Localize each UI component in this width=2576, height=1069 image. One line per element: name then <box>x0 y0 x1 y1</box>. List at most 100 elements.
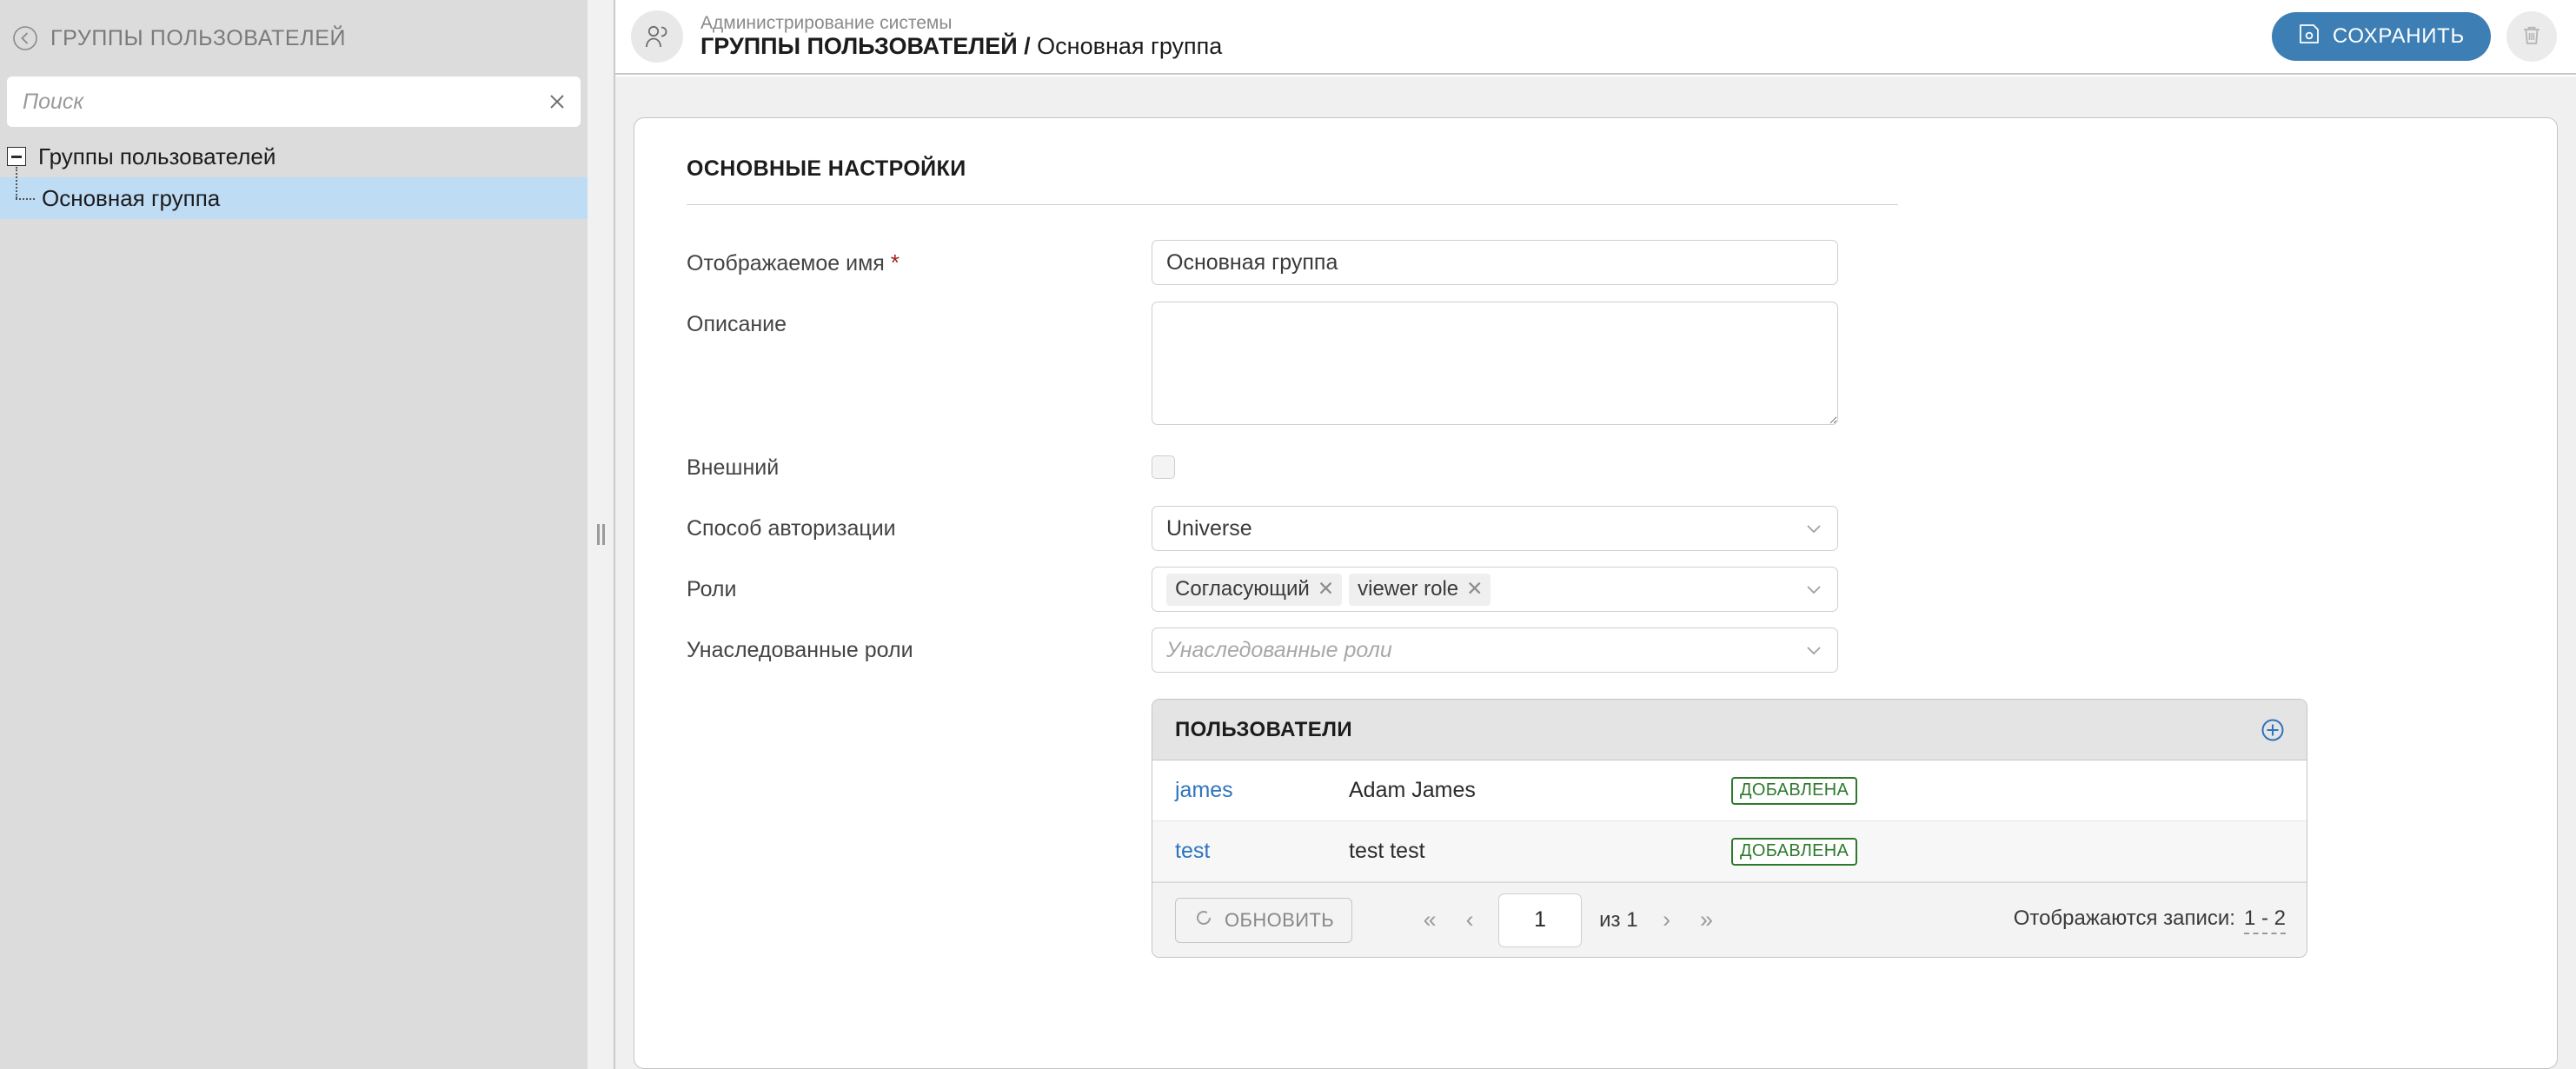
save-floppy-icon <box>2298 23 2320 51</box>
breadcrumb-divider: / <box>1017 32 1038 59</box>
records-label: Отображаются записи: <box>2013 906 2235 930</box>
search-input[interactable] <box>7 89 534 115</box>
field-control <box>1152 240 1838 285</box>
chevron-down-icon <box>1801 518 1827 539</box>
status-badge: ДОБАВЛЕНА <box>1731 838 1858 866</box>
chevron-left-icon[interactable]: ‹ <box>1451 902 1488 939</box>
app-root: ГРУППЫ ПОЛЬЗОВАТЕЛЕЙ Группы пользователе… <box>0 0 2576 1069</box>
page-title: ГРУППЫ ПОЛЬЗОВАТЕЛЕЙ / Основная группа <box>700 32 1223 60</box>
field-control: Universe <box>1152 506 1838 551</box>
external-checkbox[interactable] <box>1152 455 1175 479</box>
status-cell: ДОБАВЛЕНА <box>1731 837 2284 866</box>
users-group-icon <box>631 10 683 63</box>
delete-button[interactable] <box>2506 11 2557 62</box>
status-cell: ДОБАВЛЕНА <box>1731 776 2284 805</box>
field-label: Внешний <box>687 455 780 480</box>
records-value[interactable]: 1 - 2 <box>2243 906 2286 934</box>
field-label: Унаследованные роли <box>687 638 913 662</box>
sidebar: ГРУППЫ ПОЛЬЗОВАТЕЛЕЙ Группы пользователе… <box>0 0 588 1069</box>
close-icon[interactable]: ✕ <box>1318 579 1334 599</box>
users-table-title: ПОЛЬЗОВАТЕЛИ <box>1175 717 1353 741</box>
settings-form: Отображаемое имя * Описание <box>687 205 2505 958</box>
display-name-label: Отображаемое имя <box>687 251 885 276</box>
field-label: Описание <box>687 312 787 336</box>
double-chevron-right-icon[interactable]: » <box>1689 902 1725 939</box>
card-title: ОСНОВНЫЕ НАСТРОЙКИ <box>687 156 966 181</box>
description-textarea[interactable] <box>1152 302 1838 425</box>
tree-item-label: Группы пользователей <box>38 143 276 169</box>
display-name-input[interactable] <box>1152 240 1838 285</box>
inherited-roles-select[interactable]: Унаследованные роли <box>1152 627 1838 673</box>
search-box[interactable] <box>7 76 581 127</box>
role-tag[interactable]: Согласующий ✕ <box>1166 573 1343 606</box>
close-icon[interactable] <box>534 76 581 127</box>
breadcrumb-parent: Администрирование системы <box>700 12 953 33</box>
chevron-left-circle-icon[interactable] <box>12 25 38 51</box>
tree-item-main-group[interactable]: Основная группа <box>0 167 588 219</box>
tree-elbow-icon <box>7 167 38 219</box>
save-button-label: СОХРАНИТЬ <box>2332 24 2465 48</box>
required-asterisk: * <box>890 249 900 276</box>
field-display-name: Отображаемое имя * <box>687 240 2505 286</box>
records-info: Отображаются записи: 1 - 2 <box>2014 906 2286 934</box>
settings-card: ОСНОВНЫЕ НАСТРОЙКИ Отображаемое имя * Ос… <box>634 117 2558 1069</box>
field-roles: Роли Согласующий ✕ viewer role ✕ <box>687 567 2505 612</box>
close-icon[interactable]: ✕ <box>1466 579 1483 599</box>
group-tree: Группы пользователей Основная группа <box>0 136 588 219</box>
tree-item-groups[interactable]: Группы пользователей <box>0 136 588 177</box>
refresh-button[interactable]: ОБНОВИТЬ <box>1175 897 1353 943</box>
plus-circle-icon[interactable] <box>2260 717 2286 743</box>
field-auth-method: Способ авторизации Universe <box>687 506 2505 551</box>
role-tag-label: viewer role <box>1358 576 1459 601</box>
field-label: Отображаемое имя * <box>687 240 1152 286</box>
topbar-actions: СОХРАНИТЬ <box>2271 11 2557 62</box>
breadcrumb-section: ГРУППЫ ПОЛЬЗОВАТЕЛЕЙ <box>700 32 1018 59</box>
pagination: « ‹ из 1 › » <box>1411 893 1724 947</box>
role-tag-label: Согласующий <box>1175 576 1310 601</box>
user-login-link[interactable]: test <box>1175 839 1349 864</box>
auth-method-value: Universe <box>1166 515 1252 541</box>
content-area: ОСНОВНЫЕ НАСТРОЙКИ Отображаемое имя * Ос… <box>615 76 2576 1069</box>
user-full-name: test test <box>1349 839 1425 863</box>
collapse-toggle-icon[interactable] <box>7 147 26 166</box>
trash-icon <box>2520 23 2544 50</box>
field-inherited-roles: Унаследованные роли Унаследованные роли <box>687 627 2505 673</box>
chevron-down-icon <box>1801 579 1827 600</box>
save-button[interactable]: СОХРАНИТЬ <box>2271 12 2491 61</box>
table-row[interactable]: james Adam James ДОБАВЛЕНА <box>1152 760 2307 821</box>
topbar: Администрирование системы ГРУППЫ ПОЛЬЗОВ… <box>615 0 2576 75</box>
refresh-icon <box>1193 907 1214 933</box>
table-row[interactable]: test test test ДОБАВЛЕНА <box>1152 821 2307 882</box>
roles-tag-list: Согласующий ✕ viewer role ✕ <box>1166 573 1801 606</box>
role-tag[interactable]: viewer role ✕ <box>1349 573 1491 606</box>
page-total-label: из 1 <box>1599 907 1638 932</box>
sidebar-resize-handle[interactable] <box>588 0 615 1069</box>
user-login-link[interactable]: james <box>1175 778 1349 803</box>
sidebar-header: ГРУППЫ ПОЛЬЗОВАТЕЛЕЙ <box>0 0 588 76</box>
roles-select[interactable]: Согласующий ✕ viewer role ✕ <box>1152 567 1838 612</box>
auth-method-select[interactable]: Universe <box>1152 506 1838 551</box>
chevron-right-icon[interactable]: › <box>1649 902 1685 939</box>
field-control <box>1152 302 1838 429</box>
field-external: Внешний <box>687 445 2505 490</box>
refresh-button-label: ОБНОВИТЬ <box>1225 908 1335 931</box>
users-table-header: ПОЛЬЗОВАТЕЛИ <box>1152 700 2307 760</box>
field-control <box>1152 445 1838 479</box>
breadcrumb: Администрирование системы ГРУППЫ ПОЛЬЗОВ… <box>700 14 1222 60</box>
users-table: ПОЛЬЗОВАТЕЛИ james Adam James ДОБАВЛЕНА … <box>1152 699 2307 958</box>
grip-icon <box>596 524 605 545</box>
chevron-down-icon <box>1801 640 1827 661</box>
status-badge: ДОБАВЛЕНА <box>1731 777 1858 805</box>
double-chevron-left-icon[interactable]: « <box>1411 902 1448 939</box>
user-full-name: Adam James <box>1349 778 1476 802</box>
tree-item-label: Основная группа <box>42 184 221 211</box>
page-number-input[interactable] <box>1498 893 1583 947</box>
field-description: Описание <box>687 302 2505 429</box>
main-area: Администрирование системы ГРУППЫ ПОЛЬЗОВ… <box>615 0 2576 1069</box>
sidebar-title: ГРУППЫ ПОЛЬЗОВАТЕЛЕЙ <box>50 25 347 50</box>
inherited-roles-placeholder: Унаследованные роли <box>1166 637 1392 662</box>
field-control: Унаследованные роли <box>1152 627 1838 673</box>
users-table-footer: ОБНОВИТЬ « ‹ из 1 › » Ото <box>1152 882 2307 957</box>
field-label: Способ авторизации <box>687 516 896 541</box>
breadcrumb-current: Основная группа <box>1037 32 1223 59</box>
